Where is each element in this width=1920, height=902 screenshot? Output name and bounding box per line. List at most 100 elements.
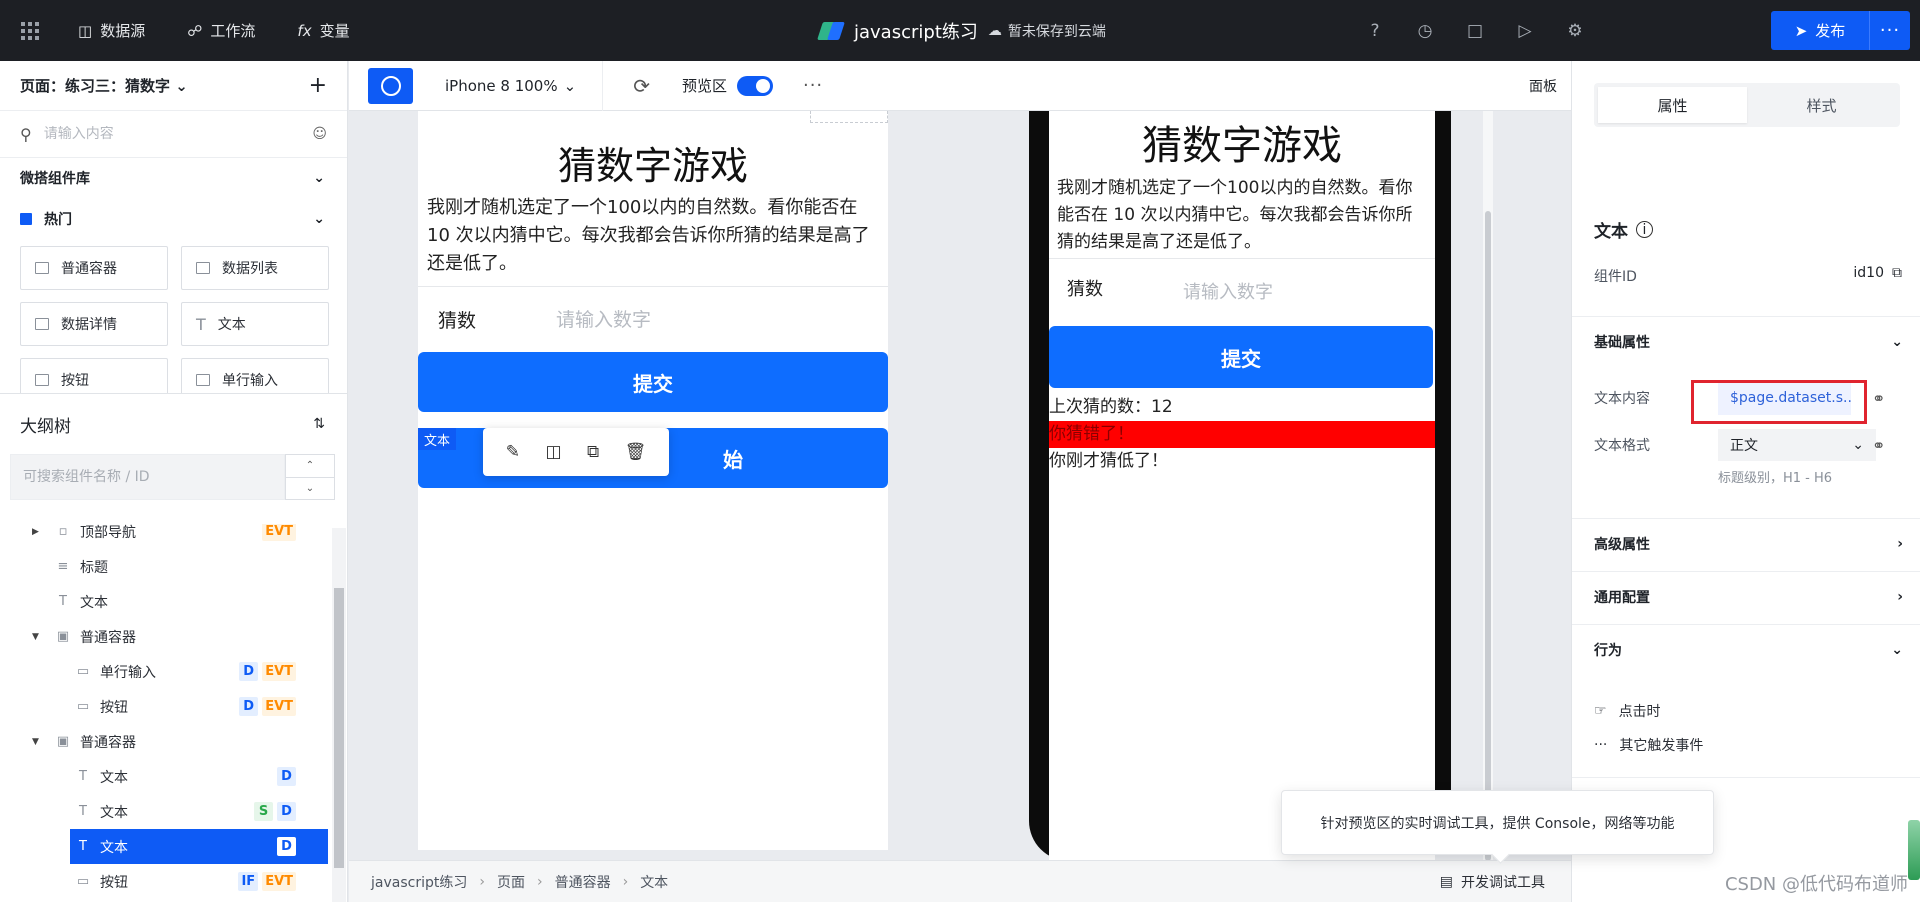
badge-d: D bbox=[277, 837, 296, 856]
text-format-hint: 标题级别，H1 - H6 bbox=[1718, 471, 1833, 486]
refresh-icon[interactable]: ⟳ bbox=[633, 74, 650, 98]
right-panel-divider bbox=[1572, 777, 1920, 778]
tree-node-button[interactable]: ▭ 按钮 D EVT bbox=[0, 689, 332, 724]
behavior-section-header[interactable]: 行为 ⌄ bbox=[1572, 625, 1920, 675]
badge-evt: EVT bbox=[262, 872, 296, 891]
preview-guess-input[interactable] bbox=[1183, 282, 1403, 303]
tree-node-container[interactable]: ▼ ▣ 普通容器 bbox=[0, 724, 332, 759]
chevron-right-icon: › bbox=[1897, 536, 1903, 552]
step-down-icon[interactable]: ⌄ bbox=[286, 478, 334, 500]
wrong-text: 你猜错了！ bbox=[1049, 421, 1435, 448]
container-icon bbox=[35, 262, 49, 274]
tab-properties[interactable]: 属性 bbox=[1598, 87, 1747, 123]
debug-icon[interactable]: ⚙ bbox=[1562, 18, 1588, 44]
event-other-triggers[interactable]: ··· 其它触发事件 bbox=[1594, 735, 1703, 755]
nav-datasource[interactable]: ◫ 数据源 bbox=[78, 20, 145, 41]
device-selector[interactable]: iPhone 8 100% ⌄ bbox=[445, 60, 604, 111]
caret-down-icon[interactable]: ▼ bbox=[32, 737, 44, 747]
save-icon[interactable]: ◫ bbox=[545, 442, 561, 462]
page-selector[interactable]: 页面：练习三：猜数字 ⌄ + bbox=[0, 61, 347, 111]
breadcrumb: javascript练习 › 页面 › 普通容器 › 文本 bbox=[371, 872, 668, 892]
canvas-toolbar: iPhone 8 100% ⌄ ⟳ 预览区 ··· 面板 bbox=[349, 60, 1571, 111]
submit-button[interactable]: 提交 bbox=[418, 352, 888, 412]
tree-node-heading[interactable]: ≡ 标题 bbox=[0, 549, 332, 584]
publish-button[interactable]: ➤ 发布 bbox=[1771, 11, 1870, 50]
component-search-input[interactable] bbox=[43, 126, 301, 142]
preview-submit-button[interactable]: 提交 bbox=[1049, 326, 1433, 388]
tree-node-single-input[interactable]: ▭ 单行输入 D EVT bbox=[0, 654, 332, 689]
guess-input[interactable] bbox=[556, 308, 807, 331]
edit-icon[interactable]: ✎ bbox=[506, 442, 520, 462]
component-data-list[interactable]: 数据列表 bbox=[181, 246, 329, 290]
copy-icon[interactable]: ⧉ bbox=[587, 442, 599, 462]
copy-icon[interactable]: ⧉ bbox=[1892, 265, 1902, 281]
tree-node-top-nav[interactable]: ▶ ▫ 顶部导航 EVT bbox=[0, 524, 332, 549]
help-icon[interactable]: ? bbox=[1362, 18, 1388, 44]
panel-button[interactable]: 面板 bbox=[1529, 76, 1557, 96]
expand-collapse-icon[interactable]: ⇅ bbox=[313, 416, 325, 432]
basic-section-header[interactable]: 基础属性 ⌄ bbox=[1572, 317, 1920, 367]
brand-button[interactable] bbox=[368, 67, 413, 104]
caret-right-icon[interactable]: ▶ bbox=[32, 527, 44, 537]
apps-grid-icon[interactable] bbox=[0, 0, 60, 61]
save-status: ☁ 暂未保存到云端 bbox=[987, 22, 1106, 40]
list-icon bbox=[196, 262, 210, 274]
component-container[interactable]: 普通容器 bbox=[20, 246, 168, 290]
canvas-scrollbar[interactable] bbox=[1483, 111, 1493, 860]
info-icon[interactable]: i bbox=[1636, 221, 1653, 238]
tree-node-container[interactable]: ▼ ▣ 普通容器 bbox=[0, 619, 332, 654]
crumb-container[interactable]: 普通容器 bbox=[555, 872, 611, 892]
outline-search-input[interactable] bbox=[10, 454, 285, 500]
caret-down-icon[interactable]: ▼ bbox=[32, 632, 44, 642]
crumb-text[interactable]: 文本 bbox=[640, 872, 668, 892]
nav-workflow[interactable]: ☍ 工作流 bbox=[187, 20, 255, 41]
crumb-page[interactable]: 页面 bbox=[497, 872, 525, 892]
more-icon[interactable]: ··· bbox=[803, 75, 823, 96]
behavior-section: 行为 ⌄ bbox=[1572, 624, 1920, 675]
component-button[interactable]: 按钮 bbox=[20, 358, 168, 393]
search-icon: ⚲ bbox=[20, 124, 32, 144]
nav-variables[interactable]: fx 变量 bbox=[297, 20, 349, 41]
delete-icon[interactable]: 🗑 bbox=[625, 442, 647, 462]
event-on-click[interactable]: ☞ 点击时 bbox=[1594, 701, 1661, 721]
nav-node-icon: ▫ bbox=[58, 524, 68, 539]
preview-screen: 猜数字游戏 我刚才随机选定了一个100以内的自然数。看你能否在 10 次以内猜中… bbox=[1049, 111, 1435, 860]
hot-category-header[interactable]: 热门 ⌄ bbox=[0, 198, 347, 240]
publish-more-button[interactable]: ··· bbox=[1870, 20, 1910, 41]
link-icon[interactable]: ⚭ bbox=[1872, 389, 1885, 408]
link-icon[interactable]: ⚭ bbox=[1872, 436, 1885, 455]
text-format-select[interactable]: 正文 ⌄ bbox=[1718, 429, 1876, 461]
advanced-section-header[interactable]: 高级属性 › bbox=[1572, 519, 1920, 569]
component-text[interactable]: T 文本 bbox=[181, 302, 329, 346]
run-icon[interactable]: ▷ bbox=[1512, 18, 1538, 44]
tree-node-text-selected[interactable]: T 文本 D bbox=[70, 829, 328, 864]
tab-styles[interactable]: 样式 bbox=[1747, 87, 1896, 123]
tree-node-text[interactable]: T 文本 bbox=[0, 584, 332, 619]
game-title[interactable]: 猜数字游戏 bbox=[418, 135, 888, 190]
button-node-icon: ▭ bbox=[76, 699, 90, 714]
tree-scrollbar-thumb[interactable] bbox=[334, 588, 344, 868]
app-title: javascript练习 bbox=[854, 21, 978, 43]
common-section-header[interactable]: 通用配置 › bbox=[1572, 572, 1920, 622]
tree-node-text[interactable]: T 文本 D bbox=[0, 759, 332, 794]
intro-text[interactable]: 我刚才随机选定了一个100以内的自然数。看你能否在 10 次以内猜中它。每次我都… bbox=[418, 190, 888, 278]
canvas-scrollbar-thumb[interactable] bbox=[1485, 211, 1491, 860]
step-up-icon[interactable]: ⌃ bbox=[286, 455, 334, 478]
save-icon[interactable]: □ bbox=[1462, 18, 1488, 44]
library-header[interactable]: 微搭组件库 ⌄ bbox=[0, 158, 347, 198]
user-filter-icon[interactable]: ☺ bbox=[312, 126, 327, 142]
preview-toggle[interactable] bbox=[736, 75, 773, 96]
add-page-button[interactable]: + bbox=[309, 73, 327, 98]
component-single-input[interactable]: 单行输入 bbox=[181, 358, 329, 393]
component-data-detail[interactable]: 数据详情 bbox=[20, 302, 168, 346]
tree-node-text[interactable]: T 文本 SD bbox=[0, 794, 332, 829]
crumb-app[interactable]: javascript练习 bbox=[371, 872, 467, 892]
history-icon[interactable]: ◷ bbox=[1412, 18, 1438, 44]
text-content-binding[interactable]: $page.dataset.s... bbox=[1718, 381, 1851, 415]
devtools-button[interactable]: ▤ 开发调试工具 bbox=[1440, 872, 1545, 892]
preview-guess-label: 猜数 bbox=[1067, 278, 1103, 300]
tree-node-button[interactable]: ▭ 按钮 IF EVT bbox=[0, 864, 332, 899]
tree-scrollbar[interactable] bbox=[332, 528, 346, 902]
editor-page[interactable]: 猜数字游戏 我刚才随机选定了一个100以内的自然数。看你能否在 10 次以内猜中… bbox=[418, 111, 888, 850]
component-id-label: 组件ID bbox=[1594, 269, 1637, 285]
